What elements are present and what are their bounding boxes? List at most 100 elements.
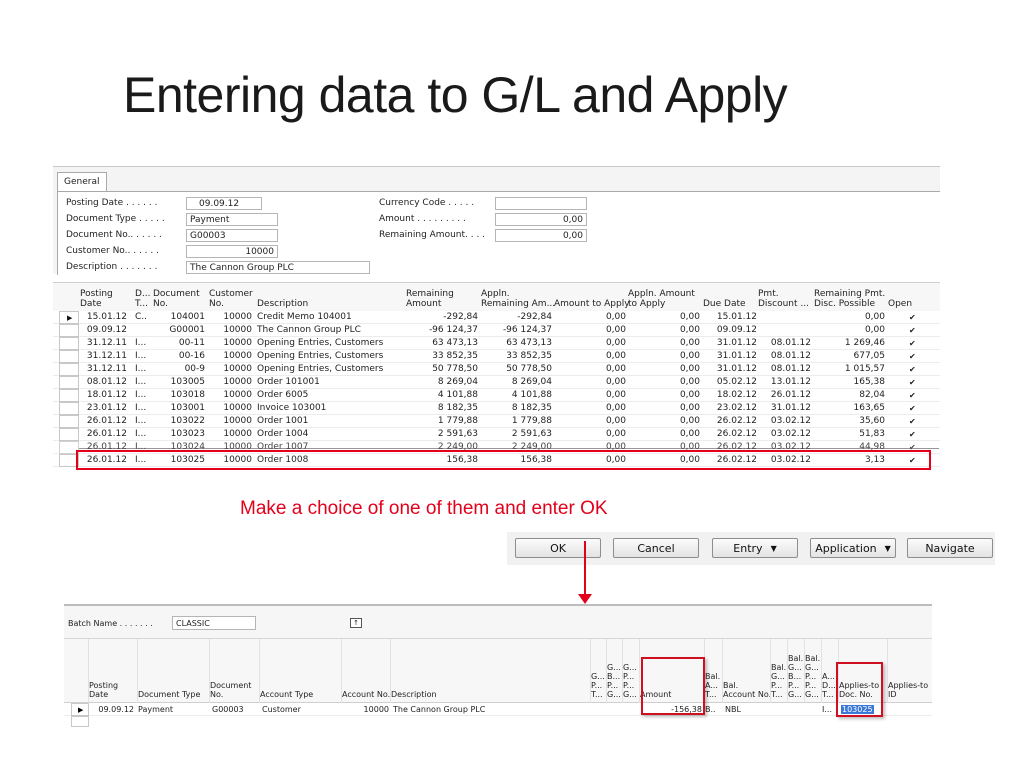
column-header-bal-gb-g[interactable]: Bal. G... B... P... G...: [788, 654, 803, 699]
journal-line[interactable]: ▶ 09.09.12 Payment G00003 Customer 10000 The …: [64, 703, 932, 716]
ok-button[interactable]: OK: [515, 538, 601, 558]
table-row[interactable]: 09.09.12 G00001 10000 The Cannon Group PLC -…: [53, 324, 940, 337]
table-row[interactable]: 08.01.12 I... 103005 10000 Order 101001 8 269…: [53, 376, 940, 389]
column-header-remaining-amount[interactable]: Remaining Amount: [406, 289, 454, 309]
description-field[interactable]: The Cannon Group PLC: [186, 261, 370, 274]
remaining-amount-field[interactable]: 0,00: [495, 229, 587, 242]
column-header-account-type[interactable]: Account Type: [260, 690, 313, 699]
column-header-description[interactable]: Description: [257, 289, 308, 309]
table-row[interactable]: 31.12.11 I... 00-11 10000 Opening Entries, C…: [53, 337, 940, 350]
navigate-button[interactable]: Navigate: [907, 538, 993, 558]
posting-date-field[interactable]: 09.09.12: [186, 197, 262, 210]
application-menu-button[interactable]: Application ▼: [810, 538, 896, 558]
cell-doc-no: 00-11: [178, 338, 205, 348]
table-row[interactable]: 26.01.12 I... 103022 10000 Order 1001 1 779,8…: [53, 415, 940, 428]
table-row[interactable]: 31.12.11 I... 00-9 10000 Opening Entries, Cu…: [53, 363, 940, 376]
column-header-customer-no[interactable]: Customer No.: [209, 289, 253, 309]
row-selector[interactable]: [59, 428, 79, 441]
cell-description: Opening Entries, Customers: [257, 351, 384, 361]
column-header-ad-t[interactable]: A... D... T...: [822, 672, 836, 699]
row-selector[interactable]: [59, 337, 79, 350]
batch-name-field[interactable]: CLASSIC ↑: [172, 616, 362, 630]
column-header-bal-gp-t[interactable]: Bal. G... P... T...: [771, 663, 786, 699]
cell-description[interactable]: The Cannon Group PLC: [393, 705, 589, 714]
cell-posting-date[interactable]: 09.09.12: [89, 705, 134, 714]
column-header-pmt-discount[interactable]: Pmt. Discount ...: [758, 289, 809, 309]
column-header-line: to Apply: [628, 299, 666, 309]
cell-appln-remaining: 63 473,13: [506, 338, 552, 348]
column-header-description[interactable]: Description: [391, 690, 437, 699]
cell-appln-amount-to-apply: 0,00: [679, 338, 700, 348]
cell-bal-acc-type[interactable]: B..: [705, 705, 722, 714]
row-selector[interactable]: ▶: [59, 311, 79, 324]
column-header-bal-account-no[interactable]: Bal. Account No.: [723, 681, 771, 699]
row-selector[interactable]: [59, 376, 79, 389]
amount-field[interactable]: 0,00: [495, 213, 587, 226]
column-header-bal-gp-g[interactable]: Bal. G... P... P... G...: [805, 654, 820, 699]
cell-doc-no: 103005: [170, 377, 205, 387]
row-selector[interactable]: [59, 415, 79, 428]
column-header-doc-no[interactable]: Document No.: [153, 289, 200, 309]
tab-general[interactable]: General: [57, 172, 107, 192]
row-selector[interactable]: [59, 350, 79, 363]
cell-appln-remaining: 8 269,04: [511, 377, 552, 387]
cell-doc-no: 103001: [170, 403, 205, 413]
cell-account-no[interactable]: 10000: [342, 705, 389, 714]
table-row[interactable]: ▶ 15.01.12 C.. 104001 10000 Credit Memo 10400…: [53, 311, 940, 324]
column-header-applies-to-id[interactable]: Applies-to ID: [888, 681, 928, 699]
column-header-document-type[interactable]: Document Type: [138, 690, 200, 699]
cell-amount-to-apply: 0,00: [605, 416, 626, 426]
cell-appln-amount-to-apply: 0,00: [679, 377, 700, 387]
table-row[interactable]: 23.01.12 I... 103001 10000 Invoice 103001 8 1…: [53, 402, 940, 415]
grid-header: Posting Date D... T... Document No. Customer No…: [53, 283, 940, 311]
table-row[interactable]: 18.01.12 I... 103018 10000 Order 6005 4 101,8…: [53, 389, 940, 402]
column-header-open[interactable]: Open: [888, 289, 912, 309]
entry-menu-button[interactable]: Entry ▼: [712, 538, 798, 558]
column-header-posting-date[interactable]: Posting Date: [80, 289, 113, 309]
cell-appln-amount-to-apply: 0,00: [679, 312, 700, 322]
cell-document-no[interactable]: G00003: [212, 705, 258, 714]
currency-code-field[interactable]: [495, 197, 587, 210]
cancel-button[interactable]: Cancel: [613, 538, 699, 558]
column-header-bal-acc-type[interactable]: Bal. A... T...: [705, 672, 720, 699]
cell-document-type[interactable]: Payment: [138, 705, 208, 714]
caret-down-icon: ▼: [884, 543, 891, 553]
cell-remaining-pmt-disc: 0,00: [864, 312, 885, 322]
column-header-appln-remaining[interactable]: Appln. Remaining Am...: [481, 289, 555, 309]
column-header-appln-amount-to-apply[interactable]: Appln. Amount to Apply: [628, 289, 695, 309]
cell-appln-remaining: 2 591,63: [511, 429, 552, 439]
row-selector[interactable]: [59, 402, 79, 415]
document-no-field[interactable]: G00003: [186, 229, 278, 242]
column-header-due-date[interactable]: Due Date: [703, 289, 746, 309]
row-selector[interactable]: [59, 324, 79, 337]
column-header-remaining-pmt-disc[interactable]: Remaining Pmt. Disc. Possible: [814, 289, 885, 309]
open-check-icon: ✔: [909, 417, 916, 426]
lookup-arrow-icon[interactable]: ↑: [350, 618, 362, 628]
column-header-gp-g[interactable]: G... P... P... G...: [623, 663, 637, 699]
remaining-amount-label: Remaining Amount. . . .: [379, 230, 486, 240]
column-header-document-no[interactable]: Document No.: [210, 681, 251, 699]
column-header-account-no[interactable]: Account No.: [342, 690, 390, 699]
cell-remaining-pmt-disc: 163,65: [853, 403, 886, 413]
cell-doc-type: I...: [135, 390, 147, 400]
column-header-doc-type[interactable]: D... T...: [135, 289, 151, 309]
column-header-gp-t[interactable]: G... P... T...: [591, 672, 605, 699]
journal-empty-line[interactable]: [64, 716, 932, 727]
document-type-field[interactable]: Payment: [186, 213, 278, 226]
column-header-line: T...: [771, 690, 783, 699]
customer-no-field[interactable]: 10000: [186, 245, 278, 258]
table-row[interactable]: 31.12.11 I... 00-16 10000 Opening Entries, C…: [53, 350, 940, 363]
row-selector[interactable]: ▶: [71, 703, 89, 716]
cell-account-type[interactable]: Customer: [262, 705, 340, 714]
cell-posting-date: 26.01.12: [86, 429, 127, 439]
description-row: Description . . . . . . . The Cannon Gro…: [66, 261, 386, 275]
column-header-posting-date[interactable]: Posting Date: [89, 681, 118, 699]
cell-bal-account-no[interactable]: NBL: [725, 705, 771, 714]
row-selector[interactable]: [59, 363, 79, 376]
row-selector[interactable]: [59, 389, 79, 402]
column-header-line: Applies-to: [888, 681, 929, 690]
table-row[interactable]: 26.01.12 I... 103023 10000 Order 1004 2 591,6…: [53, 428, 940, 441]
column-header-gb-g[interactable]: G... B... P... G...: [607, 663, 621, 699]
column-header-amount-to-apply[interactable]: Amount to Apply: [554, 289, 630, 309]
row-selector[interactable]: [71, 716, 89, 727]
